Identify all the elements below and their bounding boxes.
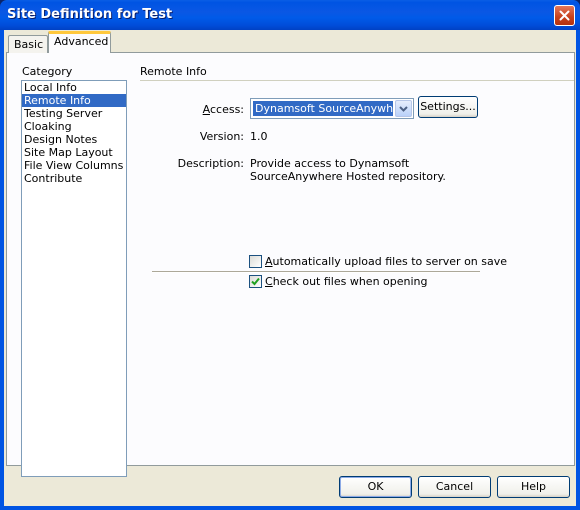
description-line-2: SourceAnywhere Hosted repository. xyxy=(250,170,446,183)
help-button[interactable]: Help xyxy=(497,476,570,498)
description-label: Description: xyxy=(177,157,244,170)
version-value: 1.0 xyxy=(250,130,268,143)
category-label: Category xyxy=(22,65,73,78)
version-label: Version: xyxy=(199,130,244,143)
window-title: Site Definition for Test xyxy=(7,7,173,22)
auto-upload-checkbox[interactable] xyxy=(249,255,262,268)
settings-button[interactable]: Settings... xyxy=(418,96,478,118)
chevron-down-icon xyxy=(399,105,408,112)
description-line-1: Provide access to Dynamsoft xyxy=(250,157,410,170)
close-button[interactable] xyxy=(554,5,575,26)
category-item-local-info[interactable]: Local Info xyxy=(22,81,126,94)
category-item-remote-info[interactable]: Remote Info xyxy=(22,94,126,107)
options-separator xyxy=(152,271,480,273)
title-bar[interactable]: Site Definition for Test xyxy=(0,0,580,30)
frame-right xyxy=(576,30,580,510)
close-icon xyxy=(559,10,570,21)
category-list[interactable]: Local Info Remote Info Testing Server Cl… xyxy=(21,80,127,477)
category-item-contribute[interactable]: Contribute xyxy=(22,172,126,185)
cancel-button[interactable]: Cancel xyxy=(418,476,491,498)
auto-upload-text: utomatically upload files to server on s… xyxy=(272,255,508,268)
access-label-text: ccess: xyxy=(209,103,244,116)
category-item-cloaking[interactable]: Cloaking xyxy=(22,120,126,133)
category-item-design-notes[interactable]: Design Notes xyxy=(22,133,126,146)
tab-basic[interactable]: Basic xyxy=(8,35,48,53)
tab-advanced[interactable]: Advanced xyxy=(48,31,111,53)
category-item-site-map-layout[interactable]: Site Map Layout xyxy=(22,146,126,159)
section-divider xyxy=(140,80,574,81)
dialog-window: Site Definition for Test Basic Advanced … xyxy=(0,0,580,510)
checkout-checkbox[interactable] xyxy=(249,275,262,288)
checkout-text: heck out files when opening xyxy=(272,275,428,288)
category-item-file-view-columns[interactable]: File View Columns xyxy=(22,159,126,172)
frame-bottom xyxy=(0,506,580,510)
access-label-mnemonic: A xyxy=(202,103,210,116)
access-select[interactable]: Dynamsoft SourceAnywhere xyxy=(250,98,414,119)
access-label: Access: xyxy=(194,103,244,116)
auto-upload-mnemonic: A xyxy=(265,255,273,268)
tab-advanced-label: Advanced xyxy=(54,35,109,48)
dialog-body: Basic Advanced Category Local Info Remot… xyxy=(4,30,576,506)
checkmark-icon xyxy=(251,277,260,286)
access-select-value: Dynamsoft SourceAnywhere xyxy=(253,101,393,116)
auto-upload-label[interactable]: Automatically upload files to server on … xyxy=(265,255,507,268)
checkout-mnemonic: C xyxy=(265,275,273,288)
section-title: Remote Info xyxy=(140,65,207,78)
tab-basic-label: Basic xyxy=(14,38,44,51)
ok-button[interactable]: OK xyxy=(339,476,412,498)
access-dropdown-button[interactable] xyxy=(395,100,412,117)
checkout-label[interactable]: Check out files when opening xyxy=(265,275,428,288)
category-item-testing-server[interactable]: Testing Server xyxy=(22,107,126,120)
